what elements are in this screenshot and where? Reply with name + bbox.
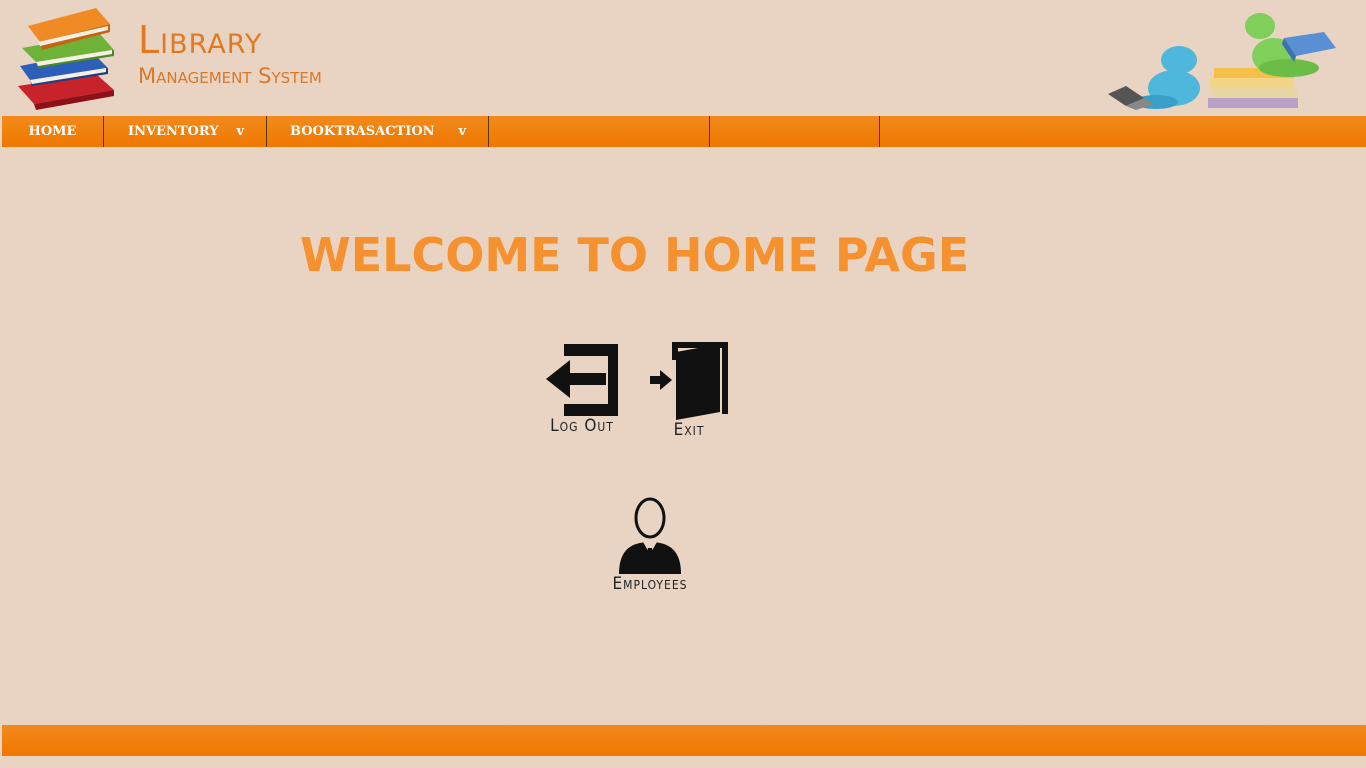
exit-door-icon	[650, 342, 728, 420]
welcome-heading: WELCOME TO HOME PAGE	[300, 228, 970, 282]
readers-illustration-icon	[1108, 13, 1336, 110]
nav-booktransaction[interactable]: BOOKTRASACTION v	[267, 116, 489, 147]
nav-home[interactable]: HOME	[2, 116, 104, 147]
books-logo-icon	[18, 8, 114, 110]
exit-button[interactable]: Exit	[644, 340, 734, 440]
chevron-down-icon: v	[458, 124, 467, 139]
logout-icon	[546, 344, 618, 416]
logout-label: Log Out	[550, 416, 614, 436]
employees-button[interactable]: Employees	[602, 496, 698, 594]
logout-button[interactable]: Log Out	[536, 340, 628, 436]
app-logo-title: Library Management System	[138, 18, 322, 90]
nav-booktransaction-label: BOOKTRASACTION	[290, 124, 435, 139]
app-window: Library Management System HOME INVENTORY…	[0, 0, 1366, 768]
footer-bar	[2, 725, 1366, 756]
logo-title-line1: Library	[138, 18, 263, 62]
exit-label: Exit	[673, 420, 705, 440]
employees-label: Employees	[612, 574, 688, 594]
chevron-down-icon: v	[236, 124, 245, 139]
nav-empty-slot-1[interactable]	[489, 116, 710, 147]
main-nav-bar: HOME INVENTORY v BOOKTRASACTION v	[2, 116, 1366, 147]
nav-empty-slot-3	[880, 116, 1366, 147]
nav-home-label: HOME	[28, 124, 77, 139]
logo-title-line2: Management System	[138, 64, 322, 88]
nav-empty-slot-2[interactable]	[710, 116, 880, 147]
employee-avatar-icon	[619, 497, 681, 574]
nav-inventory-label: INVENTORY	[128, 124, 219, 139]
nav-inventory[interactable]: INVENTORY v	[104, 116, 267, 147]
